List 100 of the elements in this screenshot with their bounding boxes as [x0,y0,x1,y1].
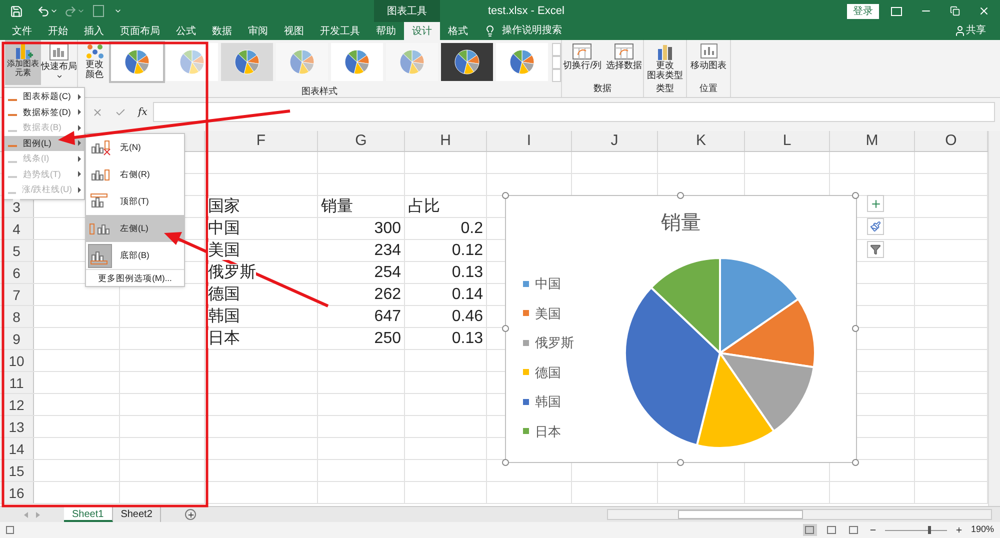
chart-style-thumbnail[interactable] [496,43,548,81]
resize-handle[interactable] [502,325,509,332]
caret-icon[interactable] [50,7,58,15]
legend-layout-icon [89,138,111,156]
menu-item[interactable]: 右侧(R) [86,161,184,188]
horizontal-scrollbar[interactable] [607,509,992,520]
zoom-level[interactable]: 190% [970,523,994,537]
menu-item[interactable]: 底部(B) [86,242,184,269]
resize-handle[interactable] [852,459,859,466]
table-cell: 俄罗斯 [208,264,256,282]
menu-item[interactable]: 更多图例选项(M)... [86,269,184,286]
bar-chart-icon [656,43,674,60]
menu-item[interactable]: 左侧(L) [86,215,184,242]
chart-style-thumbnail[interactable] [166,43,218,81]
menu-item[interactable]: 无(N) [86,134,184,161]
formula-input[interactable] [153,102,995,122]
chart-style-thumbnail[interactable] [331,43,383,81]
ribbon-tab[interactable]: 插入 [76,22,112,40]
lightbulb-icon [484,25,496,37]
enter-icon[interactable] [115,106,126,118]
ribbon-button[interactable]: 选择数据 [604,43,643,70]
chart-style-thumbnail[interactable] [386,43,438,81]
table-cell: 销量 [321,198,353,216]
ribbon-tab[interactable]: 开始 [40,22,76,40]
ribbon-tab[interactable]: 格式 [440,22,476,40]
add-sheet-button[interactable] [185,509,196,520]
ribbon-tab[interactable]: 视图 [276,22,312,40]
resize-handle[interactable] [852,325,859,332]
layout-icon [49,43,69,61]
menu-item[interactable]: 数据标签(D) [4,104,84,120]
save-icon[interactable] [10,4,23,18]
chart-filters-button[interactable] [867,241,884,258]
sheet-tab[interactable]: Sheet1 [64,507,113,522]
undo-icon[interactable] [37,4,50,18]
menu-item[interactable]: 图表标题(C) [4,89,84,104]
add-chart-element-button[interactable]: 添加图表 元素 [5,40,41,85]
chart-elements-button[interactable] [867,195,884,212]
caret-icon [56,73,62,80]
person-icon[interactable] [954,25,966,37]
sign-in-button[interactable]: 登录 [847,4,879,18]
menu-item[interactable]: 顶部(T) [86,188,184,215]
resize-handle[interactable] [502,192,509,199]
ribbon-tab[interactable]: 审阅 [240,22,276,40]
share-button[interactable]: 共享 [966,23,986,38]
group-label: 数据 [592,82,612,94]
zoom-slider-thumb[interactable] [928,526,932,534]
tell-me-field[interactable]: 操作说明搜索 [502,23,562,38]
change-chart-type-button[interactable]: 更改 图表类型 [647,40,683,80]
table-cell: 国家 [208,198,240,216]
view-button[interactable] [824,524,839,536]
change-colors-button[interactable]: 更改 颜色 [81,43,108,85]
column-header[interactable]: O [945,131,957,152]
column-header[interactable]: M [866,131,878,152]
column-header[interactable]: I [526,131,532,152]
resize-handle[interactable] [852,192,859,199]
column-header[interactable]: F [256,131,266,152]
bar-chart-icon [13,42,33,59]
chart-style-thumbnail[interactable] [276,43,328,81]
table-cell: 德国 [208,286,240,304]
chart-area[interactable]: 销量 中国 美国 俄罗斯 德国 韩国 日本 [505,195,857,463]
group-label: 位置 [700,82,718,94]
ribbon-tab[interactable]: 文件 [4,22,40,40]
column-header[interactable]: G [355,131,367,152]
ribbon-tab[interactable]: 开发工具 [312,22,368,40]
ribbon-button[interactable]: 切换行/列 [562,43,603,70]
move-chart-button[interactable]: 移动图表 [690,40,726,70]
plus-icon [186,510,195,518]
column-header[interactable]: J [610,131,618,152]
plus-icon [870,198,882,210]
row-header[interactable]: 3 [12,198,20,214]
table-icon [572,43,592,60]
view-button[interactable] [846,524,861,536]
column-header[interactable]: K [696,131,706,152]
scroll-thumb[interactable] [678,510,803,519]
customize-icon[interactable] [114,7,122,15]
resize-handle[interactable] [677,459,684,466]
context-tab-label: 图表工具 [374,0,440,22]
vertical-scrollbar[interactable] [988,131,1000,506]
resize-handle[interactable] [677,192,684,199]
quick-layout-button[interactable]: 快速布局 [41,40,77,87]
insert-function-button[interactable]: fx [138,104,148,120]
chart-style-thumbnail[interactable] [441,43,493,81]
ribbon-tab[interactable]: 帮助 [368,22,404,40]
chart-icon [700,43,718,60]
column-header[interactable]: L [782,131,792,152]
legend-label: 中国 [535,275,561,293]
cancel-icon[interactable] [92,106,103,118]
ribbon-tab[interactable]: 公式 [168,22,204,40]
view-button[interactable] [802,524,817,536]
ribbon-tab[interactable]: 设计 [404,22,440,40]
chart-styles-button[interactable] [867,218,884,235]
zoom-in-icon[interactable] [954,526,963,534]
ribbon-tab[interactable]: 页面布局 [112,22,168,40]
column-header[interactable]: H [440,131,451,152]
chart-style-thumbnail[interactable] [221,43,273,81]
restore-icon[interactable] [950,6,960,16]
chart-style-thumbnail[interactable] [111,43,163,81]
resize-handle[interactable] [502,459,509,466]
ribbon-tab[interactable]: 数据 [204,22,240,40]
close-icon[interactable] [978,5,990,17]
